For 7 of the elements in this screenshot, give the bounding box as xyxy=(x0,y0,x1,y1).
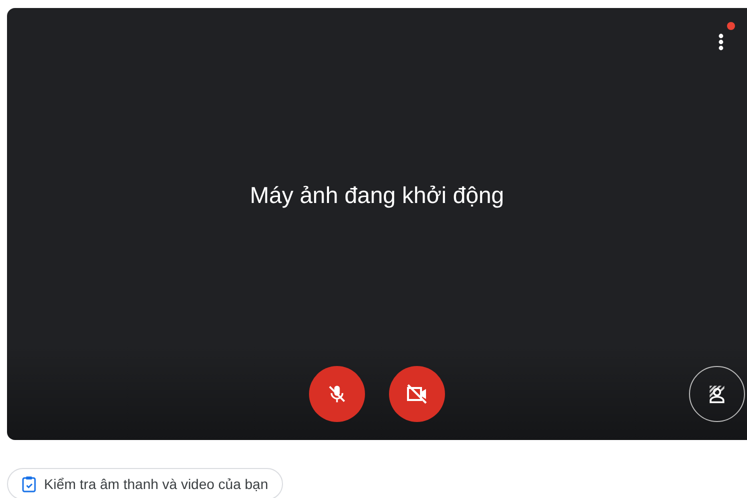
check-audio-video-button[interactable]: Kiểm tra âm thanh và video của bạn xyxy=(7,468,284,498)
more-options-icon xyxy=(718,33,724,51)
background-effects-button[interactable] xyxy=(689,366,745,422)
video-camera-icon xyxy=(405,382,429,406)
camera-status-text: Máy ảnh đang khởi động xyxy=(250,180,504,208)
microphone-icon xyxy=(326,383,348,405)
clipboard-check-icon xyxy=(20,475,38,493)
